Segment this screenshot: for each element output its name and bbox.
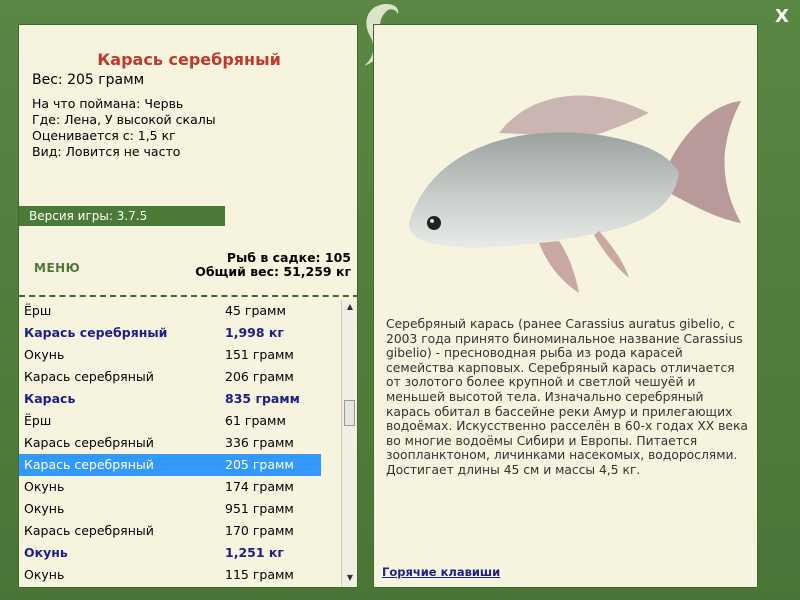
detail-value: Оценивается с: 1,5 кг bbox=[32, 128, 176, 143]
catch-list[interactable]: Ёрш 45 грамм Карась серебряный 1,998 кг Окун… bbox=[19, 300, 341, 587]
list-item-weight: 951 грамм bbox=[225, 501, 294, 516]
list-item[interactable]: Карась серебряный 1,998 кг bbox=[19, 322, 341, 344]
list-item[interactable]: Окунь 951 грамм bbox=[19, 498, 341, 520]
fish-weight: Вес: 205 грамм bbox=[32, 72, 145, 88]
list-item-name: Карась серебряный bbox=[24, 523, 154, 538]
total-weight: Общий вес: 51,259 кг bbox=[195, 264, 351, 279]
scroll-up-icon[interactable]: ▲ bbox=[342, 302, 357, 316]
list-item[interactable]: Карась серебряный 206 грамм bbox=[19, 366, 341, 388]
list-item-weight: 45 грамм bbox=[225, 303, 286, 318]
detail-rarity: Вид: Ловится не часто bbox=[32, 144, 181, 159]
list-item[interactable]: Ёрш 61 грамм bbox=[19, 410, 341, 432]
list-item-weight: 206 грамм bbox=[225, 369, 294, 384]
list-item[interactable]: Ёрш 45 грамм bbox=[19, 300, 341, 322]
list-item-name: Окунь bbox=[24, 347, 65, 362]
dashed-divider bbox=[19, 295, 357, 297]
detail-location: Где: Лена, У высокой скалы bbox=[32, 112, 216, 127]
list-item[interactable]: Окунь 1,251 кг bbox=[19, 542, 341, 564]
menu-button[interactable]: МЕНЮ bbox=[34, 261, 80, 275]
list-item[interactable]: Окунь 151 грамм bbox=[19, 344, 341, 366]
list-item[interactable]: Окунь 115 грамм bbox=[19, 564, 341, 586]
list-item-weight: 835 грамм bbox=[225, 391, 300, 406]
list-item[interactable]: Окунь 174 грамм bbox=[19, 476, 341, 498]
close-icon[interactable]: X bbox=[775, 6, 789, 27]
list-item-name: Карась серебряный bbox=[24, 369, 154, 384]
list-item-name: Окунь bbox=[24, 567, 65, 582]
fish-title: Карась серебряный bbox=[97, 50, 281, 69]
list-item-name: Окунь bbox=[24, 479, 65, 494]
detail-bait: На что поймана: Червь bbox=[32, 96, 184, 111]
list-item-weight: 115 грамм bbox=[225, 567, 294, 582]
list-item-name: Окунь bbox=[24, 545, 68, 560]
list-item-name: Карась серебряный bbox=[24, 325, 168, 340]
list-item-weight: 1,998 кг bbox=[225, 325, 284, 340]
fish-description: Серебряный карась (ранее Carassius aurat… bbox=[386, 317, 748, 477]
list-item-name: Ёрш bbox=[24, 303, 52, 318]
list-item-weight: 174 грамм bbox=[225, 479, 294, 494]
list-item-name: Карась bbox=[24, 391, 76, 406]
left-panel: Карась серебряный Вес: 205 грамм На что … bbox=[18, 24, 358, 588]
scrollbar[interactable]: ▲ ▼ bbox=[341, 300, 357, 587]
close-button[interactable]: X bbox=[771, 6, 793, 28]
list-item[interactable]: Карась серебряный 170 грамм bbox=[19, 520, 341, 542]
scroll-thumb[interactable] bbox=[344, 400, 355, 426]
list-item-weight: 205 грамм bbox=[225, 457, 294, 472]
fish-image bbox=[409, 95, 741, 293]
fish-count: Рыб в садке: 105 bbox=[226, 250, 351, 265]
list-item-name: Карась серебряный bbox=[24, 435, 154, 450]
list-item-name: Окунь bbox=[24, 501, 65, 516]
list-item-weight: 61 грамм bbox=[225, 413, 286, 428]
list-item-weight: 151 грамм bbox=[225, 347, 294, 362]
right-panel: Серебряный карась (ранее Carassius aurat… bbox=[373, 24, 758, 588]
version-label: Версия игры: 3.7.5 bbox=[19, 206, 225, 226]
scroll-down-icon[interactable]: ▼ bbox=[342, 573, 357, 587]
list-item[interactable]: Карась серебряный 205 грамм bbox=[19, 454, 321, 476]
list-item-weight: 170 грамм bbox=[225, 523, 294, 538]
list-item-weight: 336 грамм bbox=[225, 435, 294, 450]
list-item[interactable]: Карась серебряный 336 грамм bbox=[19, 432, 341, 454]
stats-block: Рыб в садке: 105 Общий вес: 51,259 кг bbox=[195, 251, 351, 279]
hotkeys-link[interactable]: Горячие клавиши bbox=[382, 565, 500, 579]
list-item-weight: 1,251 кг bbox=[225, 545, 284, 560]
list-item[interactable]: Карась 835 грамм bbox=[19, 388, 341, 410]
list-item-name: Ёрш bbox=[24, 413, 52, 428]
fish-details: На что поймана: Червь Где: Лена, У высок… bbox=[32, 96, 216, 160]
list-item-name: Карась серебряный bbox=[24, 457, 154, 472]
